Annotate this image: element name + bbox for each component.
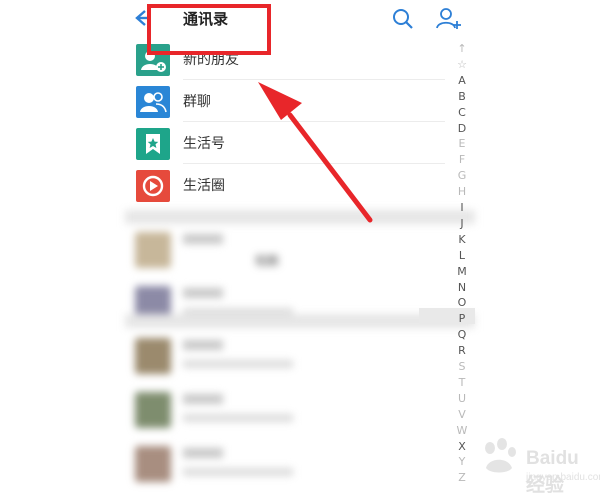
contact-row[interactable] [125,384,445,438]
index-letter[interactable]: Y [449,455,475,468]
contact-row[interactable] [125,330,445,384]
index-letter[interactable]: W [449,424,475,437]
group-chat-icon [136,86,170,118]
contact-name [183,340,223,350]
add-friend-icon[interactable] [435,6,463,32]
group-header [125,210,475,224]
life-account-icon [136,128,170,160]
page: 通讯录 新的朋友 群聊 生活号 生活圈 程鹏 ↑ ☆ A B C D E F G… [0,0,600,500]
index-letter[interactable]: E [449,137,475,150]
avatar [135,446,171,482]
index-letter[interactable]: Z [449,471,475,484]
entry-group-chat[interactable]: 群聊 [125,80,445,122]
index-letter[interactable]: V [449,408,475,421]
entry-label: 生活号 [183,136,225,152]
blurred-contact-list: 程鹏 [125,210,475,500]
index-letter[interactable]: D [449,122,475,135]
annotation-box [147,4,271,55]
index-letter[interactable]: ↑ [449,42,475,55]
index-letter[interactable]: L [449,249,475,262]
index-letter[interactable]: P [449,312,475,325]
index-letter[interactable]: S [449,360,475,373]
index-letter[interactable]: K [449,233,475,246]
paw-logo-icon [485,438,516,473]
index-letter[interactable]: ☆ [449,58,475,71]
index-letter[interactable]: I [449,201,475,214]
contact-row[interactable] [125,438,445,492]
contact-subtitle [183,360,293,368]
index-letter[interactable]: R [449,344,475,357]
index-letter[interactable]: G [449,169,475,182]
index-letter[interactable]: O [449,296,475,309]
index-letter[interactable]: J [449,217,475,230]
baidu-watermark: Baidu 经验 jingyan.baidu.com [478,434,600,500]
index-letter[interactable]: C [449,106,475,119]
index-letter[interactable]: A [449,74,475,87]
entry-label: 群聊 [183,94,211,110]
contact-name [183,288,223,298]
index-letter[interactable]: M [449,265,475,278]
index-letter[interactable]: Q [449,328,475,341]
contact-name [183,394,223,404]
contact-subtitle [183,468,293,476]
contact-text: 程鹏 [255,254,280,268]
avatar [135,392,171,428]
index-letter[interactable]: H [449,185,475,198]
contact-name [183,234,223,244]
search-icon[interactable] [391,7,415,31]
index-letter[interactable]: B [449,90,475,103]
contact-subtitle [183,414,293,422]
watermark-sub: jingyan.baidu.com [526,472,600,483]
index-letter[interactable]: T [449,376,475,389]
index-letter[interactable]: N [449,281,475,294]
index-letter[interactable]: F [449,153,475,166]
alphabet-index[interactable]: ↑ ☆ A B C D E F G H I J K L M N O P Q R S T U V W X Y Z [419,38,475,500]
contact-name [183,448,223,458]
contacts-screen: 通讯录 新的朋友 群聊 生活号 生活圈 程鹏 [125,0,475,500]
life-circle-icon [136,170,170,202]
avatar [135,338,171,374]
contact-row[interactable]: 程鹏 [125,224,445,278]
index-letter[interactable]: U [449,392,475,405]
avatar [135,232,171,268]
entry-label: 生活圈 [183,178,225,194]
entry-life-account[interactable]: 生活号 [125,122,445,164]
entry-life-circle[interactable]: 生活圈 [125,164,445,206]
index-letter[interactable]: X [449,440,475,453]
